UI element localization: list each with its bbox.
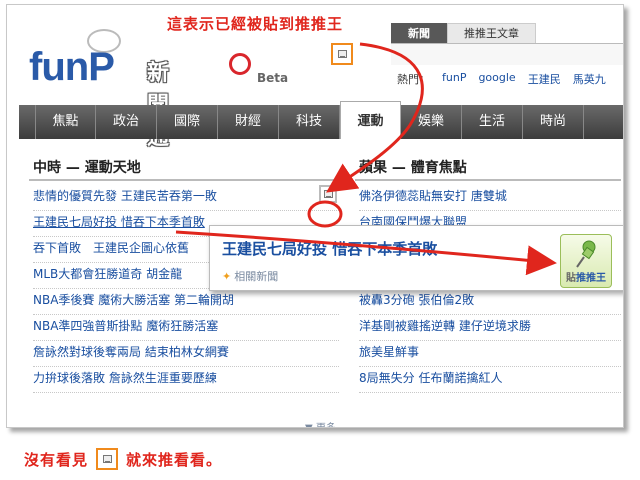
hot-label: 熱門： [397, 73, 430, 86]
nav-international[interactable]: 國際 [157, 105, 218, 139]
related-news-label: 相關新聞 [234, 270, 279, 283]
nav-tech[interactable]: 科技 [279, 105, 340, 139]
bottom-annotation: 沒有看見 就來推看看。 [24, 448, 222, 470]
list-item[interactable]: NBA準四強普斯掛點 魔術狂勝活塞 [33, 315, 339, 341]
hot-link-google[interactable]: google [478, 71, 515, 87]
nav-life[interactable]: 生活 [462, 105, 523, 139]
top-tabs: 新聞 推推王文章 [391, 23, 536, 43]
nav-fashion[interactable]: 時尚 [523, 105, 584, 139]
nav-sports[interactable]: 運動 [340, 101, 401, 139]
list-item[interactable]: 力拚球後落敗 詹詠然生涯重要歷練 [33, 367, 339, 393]
right-column-title: 蘋果 — 體育焦點 [359, 160, 467, 176]
more-link[interactable]: ▼ 更多 [305, 419, 336, 427]
list-item[interactable]: 詹詠然對球後奪兩局 結束柏林女網賽 [33, 341, 339, 367]
list-item[interactable]: 洋基剛被雞搖逆轉 建仔逆境求勝 [359, 315, 621, 341]
hot-link-wang[interactable]: 王建民 [528, 71, 561, 87]
nav-focus[interactable]: 焦點 [35, 105, 96, 139]
list-item[interactable]: 悲情的優質先發 王建民苦吞第一敗 [33, 185, 339, 211]
left-column-title: 中時 — 運動天地 [33, 160, 141, 176]
pushed-marker-icon [331, 43, 353, 65]
list-item[interactable]: 8局無失分 任布蘭諾擒紅人 [359, 367, 621, 393]
popup-title[interactable]: 王建民七局好投 惜吞下本季首敗 [222, 238, 437, 259]
nav-finance[interactable]: 財經 [218, 105, 279, 139]
top-annotation: 這表示已經被貼到推推王 [167, 15, 344, 33]
left-column-divider [29, 179, 341, 181]
push-button-label: 貼推推王 [566, 273, 606, 284]
bottom-note-text: 沒有看見 [24, 450, 89, 469]
tab-news[interactable]: 新聞 [391, 23, 447, 43]
pushpin-icon [576, 240, 596, 268]
pushed-row-icon [319, 185, 337, 203]
satellite-dish-icon [229, 53, 251, 75]
list-item[interactable]: 旅美星鮮事 [359, 341, 621, 367]
list-item[interactable]: 佛洛伊德蕊貼無安打 唐雙城 [359, 185, 621, 211]
sparkle-icon: ✦ [222, 270, 232, 283]
list-item[interactable]: NBA季後賽 魔術大勝活塞 第二輪開胡 [33, 289, 339, 315]
hot-link-ma[interactable]: 馬英九 [573, 71, 606, 87]
right-column-divider [355, 179, 621, 181]
category-nav: 焦點 政治 國際 財經 科技 運動 娛樂 生活 時尚 [19, 101, 623, 139]
logo-beta-tag: Beta [257, 71, 289, 85]
list-item[interactable]: 被轟3分砲 張伯倫2敗 [359, 289, 621, 315]
related-news-link[interactable]: ✦ 相關新聞 [222, 268, 278, 284]
screenshot-frame: 這表示已經被貼到推推王 funP 新聞通 Beta 新聞 推推王文章 熱門： f… [6, 4, 624, 428]
nav-entertainment[interactable]: 娛樂 [401, 105, 462, 139]
pushed-marker-icon [96, 448, 119, 470]
tab-push-articles[interactable]: 推推王文章 [447, 23, 536, 43]
nav-politics[interactable]: 政治 [96, 105, 157, 139]
hot-links: 熱門： funP google 王建民 馬英九 [397, 71, 606, 87]
bottom-note-text-after: 就來推看看。 [126, 450, 223, 469]
push-button[interactable]: 貼推推王 [560, 234, 612, 288]
logo-brand: funP [29, 45, 115, 89]
push-popup: 王建民七局好投 惜吞下本季首敗 ✦ 相關新聞 貼推推王 [209, 225, 623, 291]
hot-link-funp[interactable]: funP [442, 71, 466, 87]
search-bar[interactable] [391, 43, 623, 65]
